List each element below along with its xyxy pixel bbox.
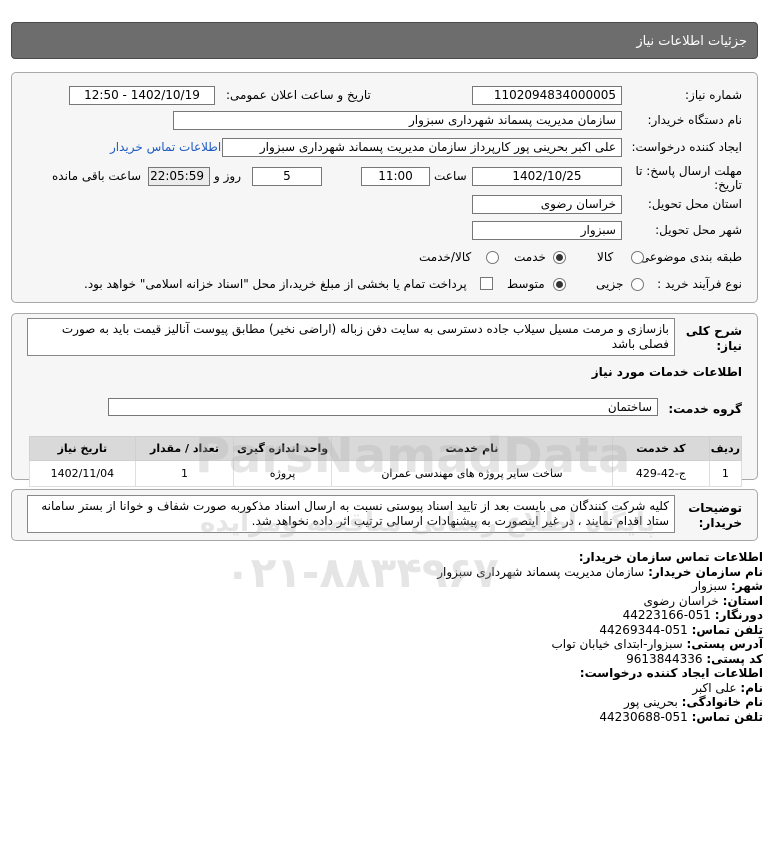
- notes-text-2: ستاد اقدام نمایند ، در غیر اینصورت به پی…: [251, 514, 669, 528]
- province-field[interactable]: خراسان رضوی: [472, 195, 622, 214]
- col-header-service-code: کد خدمت: [612, 436, 710, 461]
- province-label: استان محل تحویل:: [647, 197, 742, 211]
- category-radio-goods[interactable]: [631, 251, 644, 264]
- cell-unit: پروژه: [233, 460, 332, 487]
- deadline-time-label: ساعت: [434, 169, 467, 183]
- notes-text: کلیه شرکت کنندگان می بایست بعد از تایید …: [41, 499, 669, 513]
- days-field[interactable]: 5: [252, 167, 322, 186]
- creator-family: نام خانوادگی: بحرینی پور: [623, 695, 763, 709]
- buyer-org-label: نام دستگاه خریدار:: [647, 113, 743, 127]
- page-header: جزئیات اطلاعات نیاز: [11, 22, 758, 59]
- contact-title: اطلاعات تماس سازمان خریدار:: [578, 550, 763, 564]
- cell-service-name: ساخت سایر پروژه های مهندسی عمران: [330, 460, 614, 487]
- creator-name: نام: علی اکبر: [692, 680, 763, 695]
- deadline-time-field[interactable]: 11:00: [361, 167, 430, 186]
- contact-postal: کد پستی: 9613844336: [626, 651, 763, 666]
- process-option-medium: متوسط: [507, 277, 545, 291]
- contact-info-link[interactable]: اطلاعات تماس خریدار: [110, 138, 221, 156]
- cell-need-date: 1402/11/04: [29, 460, 136, 487]
- contact-section: اطلاعات تماس سازمان خریدار: نام سازمان خ…: [437, 550, 763, 724]
- table-header-row: ردیف کد خدمت نام خدمت واحد اندازه گیری ت…: [29, 436, 743, 461]
- category-option-goods-service: کالا/خدمت: [419, 250, 472, 264]
- col-header-row-number: ردیف: [708, 436, 743, 461]
- creator-field[interactable]: علی اکبر بحرینی پور کارپرداز سازمان مدیر…: [222, 138, 622, 157]
- need-number-field[interactable]: 1102094834000005: [472, 86, 622, 105]
- service-group-label: گروه خدمت:: [668, 402, 742, 416]
- deadline-date-label: تاریخ:: [714, 178, 742, 192]
- days-label: روز و: [214, 169, 241, 183]
- description-box: بازسازی و مرمت مسیل سیلاب جاده دسترسی به…: [27, 318, 675, 356]
- table-row: 1 ج-42-429 ساخت سایر پروژه های مهندسی عم…: [29, 460, 743, 487]
- page-title: جزئیات اطلاعات نیاز: [636, 34, 747, 49]
- announce-field[interactable]: 1402/10/19 - 12:50: [69, 86, 215, 105]
- category-label: طبقه بندی موضوعی:: [635, 250, 742, 264]
- contact-city: شهر: سبزوار: [691, 579, 763, 593]
- description-label-2: نیاز:: [716, 339, 742, 353]
- remaining-time-field: 22:05:59: [148, 167, 210, 186]
- announce-label: تاریخ و ساعت اعلان عمومی:: [226, 88, 371, 102]
- creator-info-title: اطلاعات ایجاد کننده درخواست:: [579, 666, 763, 680]
- process-label: نوع فرآیند خرید :: [657, 277, 742, 291]
- cell-service-code: ج-42-429: [612, 460, 710, 487]
- contact-org: نام سازمان خریدار: سازمان مدیریت پسماند …: [437, 564, 763, 579]
- deadline-date-field[interactable]: 1402/10/25: [472, 167, 622, 186]
- category-radio-service[interactable]: [553, 251, 566, 264]
- remaining-label: ساعت باقی مانده: [52, 169, 142, 183]
- cell-quantity: 1: [134, 460, 235, 487]
- treasury-payment-checkbox[interactable]: [480, 277, 493, 290]
- creator-label: ایجاد کننده درخواست:: [631, 140, 742, 154]
- category-option-service: خدمت: [514, 250, 546, 264]
- services-title: اطلاعات خدمات مورد نیاز: [591, 365, 742, 379]
- buyer-org-field[interactable]: سازمان مدیریت پسماند شهرداری سبزوار: [173, 111, 622, 130]
- service-group-field[interactable]: ساختمان: [108, 398, 658, 416]
- process-radio-minor[interactable]: [631, 278, 644, 291]
- creator-phone: تلفن تماس: 051-44230688: [599, 709, 763, 724]
- description-text: بازسازی و مرمت مسیل سیلاب جاده دسترسی به…: [61, 322, 669, 336]
- category-radio-goods-service[interactable]: [486, 251, 499, 264]
- col-header-service-name: نام خدمت: [330, 436, 614, 461]
- contact-fax: دورنگار: 051-44223166: [622, 608, 763, 622]
- contact-address: آدرس پستی: سبزوار-ابتدای خیابان تواب: [551, 637, 764, 651]
- process-option-minor: جزیی: [596, 277, 624, 291]
- col-header-need-date: تاریخ نیاز: [29, 436, 136, 461]
- cell-row-number: 1: [708, 460, 743, 487]
- city-label: شهر محل تحویل:: [655, 223, 742, 237]
- process-radio-medium[interactable]: [553, 278, 566, 291]
- notes-box: کلیه شرکت کنندگان می بایست بعد از تایید …: [27, 495, 675, 533]
- col-header-quantity: تعداد / مقدار: [134, 436, 235, 461]
- treasury-payment-note: پرداخت تمام یا بخشی از مبلغ خرید،از محل …: [84, 277, 467, 291]
- form-panel: [11, 72, 758, 303]
- contact-province: استان: خراسان رضوی: [643, 593, 763, 608]
- city-field[interactable]: سبزوار: [472, 221, 622, 240]
- category-option-goods: کالا: [597, 250, 614, 264]
- contact-phone: تلفن تماس: 051-44269344: [599, 622, 763, 637]
- description-text-2: فصلی باشد: [611, 337, 669, 351]
- services-table: ردیف کد خدمت نام خدمت واحد اندازه گیری ت…: [29, 436, 743, 487]
- col-header-unit: واحد اندازه گیری: [233, 436, 332, 461]
- need-number-label: شماره نیاز:: [685, 88, 742, 102]
- notes-label-2: خریدار:: [698, 516, 742, 530]
